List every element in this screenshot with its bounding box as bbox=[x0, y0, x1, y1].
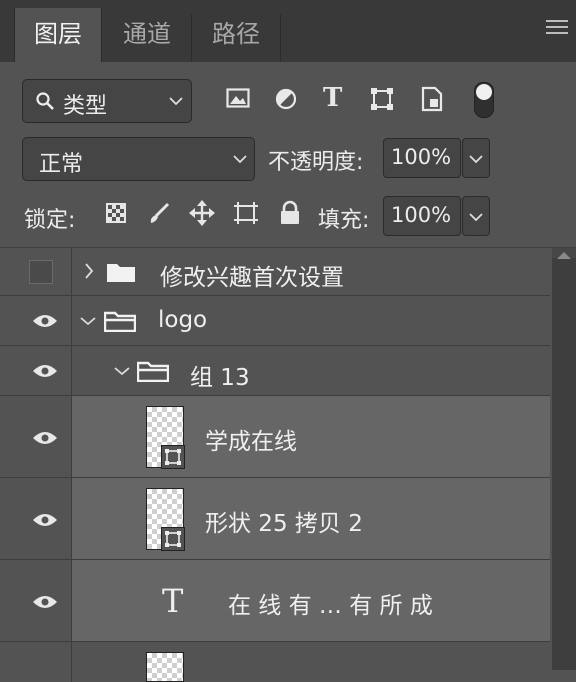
folder-open-icon bbox=[137, 361, 169, 382]
opacity-label: 不透明度: bbox=[268, 150, 364, 175]
layer-thumbnail bbox=[146, 406, 185, 469]
panel-tab-bar: 图层 通道 路径 bbox=[0, 0, 576, 62]
layer-name: 形状 25 拷贝 2 bbox=[205, 511, 363, 537]
scrollbar-thumb[interactable] bbox=[552, 258, 576, 670]
tab-paths[interactable]: 路径 bbox=[192, 8, 280, 62]
search-icon bbox=[36, 92, 54, 110]
type-filter-icon[interactable]: T bbox=[323, 83, 342, 113]
shape-filter-icon[interactable] bbox=[370, 87, 394, 111]
chevron-down-icon bbox=[469, 155, 483, 164]
chevron-down-icon bbox=[233, 155, 247, 164]
layer-thumbnail bbox=[146, 488, 185, 551]
smart-object-filter-icon[interactable] bbox=[421, 86, 443, 112]
layer-row-selected[interactable]: 学成在线 bbox=[0, 396, 550, 478]
lock-transparent-pixels-icon[interactable] bbox=[106, 203, 126, 223]
layer-row[interactable]: logo bbox=[0, 296, 550, 346]
folder-open-icon bbox=[104, 311, 136, 332]
tab-layers[interactable]: 图层 bbox=[14, 8, 102, 62]
scroll-up-arrow-icon[interactable] bbox=[557, 252, 571, 259]
layer-name: 学成在线 bbox=[205, 429, 297, 455]
visibility-toggle-empty[interactable] bbox=[29, 260, 53, 284]
opacity-input[interactable]: 100% bbox=[383, 138, 461, 178]
layer-thumbnail bbox=[146, 652, 184, 682]
layer-row[interactable]: 组 13 bbox=[0, 346, 550, 396]
visibility-column bbox=[0, 248, 72, 295]
tab-divider bbox=[280, 14, 281, 62]
layer-name: 在 线 有 … 有 所 成 bbox=[228, 593, 433, 619]
chevron-down-icon bbox=[469, 213, 483, 222]
layer-name: logo bbox=[158, 307, 208, 333]
chevron-right-icon[interactable] bbox=[84, 263, 94, 279]
fill-label: 填充: bbox=[318, 208, 370, 233]
blend-mode-value: 正常 bbox=[39, 152, 84, 177]
filter-type-label: 类型 bbox=[63, 94, 108, 119]
visibility-column bbox=[0, 642, 72, 682]
lock-position-icon[interactable] bbox=[188, 199, 216, 227]
chevron-down-icon[interactable] bbox=[114, 366, 130, 376]
layer-name: 修改兴趣首次设置 bbox=[160, 265, 344, 291]
folder-icon bbox=[107, 264, 135, 282]
tab-channels[interactable]: 通道 bbox=[103, 8, 191, 62]
fill-input[interactable]: 100% bbox=[383, 196, 461, 236]
layer-name: 组 13 bbox=[190, 365, 250, 391]
panel-menu-icon[interactable] bbox=[546, 20, 568, 42]
lock-label: 锁定: bbox=[24, 208, 76, 233]
adjustment-filter-icon[interactable] bbox=[275, 88, 297, 110]
lock-artboard-icon[interactable] bbox=[232, 200, 260, 226]
layer-row[interactable]: 修改兴趣首次设置 bbox=[0, 248, 550, 296]
lock-image-pixels-icon[interactable] bbox=[147, 201, 171, 225]
blend-mode-dropdown[interactable]: 正常 bbox=[22, 137, 255, 181]
chevron-down-icon bbox=[169, 97, 183, 106]
lock-all-icon[interactable] bbox=[279, 200, 301, 226]
eye-icon[interactable] bbox=[32, 512, 58, 528]
layer-row[interactable] bbox=[0, 642, 550, 682]
visibility-column bbox=[0, 396, 72, 477]
opacity-dropdown-button[interactable] bbox=[462, 138, 490, 178]
eye-icon[interactable] bbox=[32, 363, 58, 379]
image-filter-icon[interactable] bbox=[226, 88, 250, 110]
fill-dropdown-button[interactable] bbox=[462, 196, 490, 236]
layer-row-selected[interactable]: 形状 25 拷贝 2 bbox=[0, 478, 550, 560]
layer-row-selected[interactable]: T 在 线 有 … 有 所 成 bbox=[0, 560, 550, 642]
eye-icon[interactable] bbox=[32, 430, 58, 446]
visibility-column bbox=[0, 346, 72, 395]
visibility-column bbox=[0, 560, 72, 641]
chevron-down-icon[interactable] bbox=[80, 316, 96, 326]
eye-icon[interactable] bbox=[32, 594, 58, 610]
smart-object-badge-icon bbox=[161, 445, 185, 469]
filter-toggle-icon[interactable] bbox=[474, 82, 494, 118]
eye-icon[interactable] bbox=[32, 313, 58, 329]
visibility-column bbox=[0, 296, 72, 345]
visibility-column bbox=[0, 478, 72, 559]
smart-object-badge-icon bbox=[161, 527, 185, 551]
layers-scrollbar[interactable] bbox=[552, 248, 576, 670]
filter-type-dropdown[interactable]: 类型 bbox=[22, 79, 192, 123]
text-layer-icon: T bbox=[162, 582, 184, 620]
layers-list: 修改兴趣首次设置 logo 组 13 学成在线 形状 25 拷贝 2 T 在 线… bbox=[0, 247, 576, 682]
